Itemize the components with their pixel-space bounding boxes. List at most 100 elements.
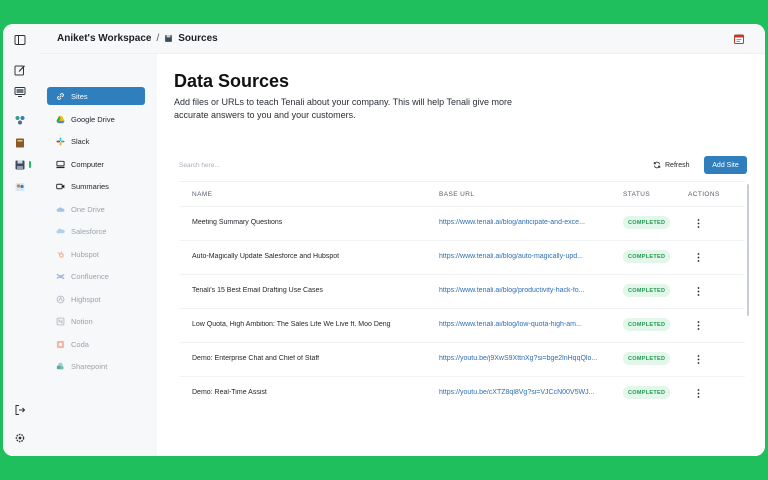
nav-item-label: Highspot — [71, 294, 101, 304]
nav-item-label: One Drive — [71, 204, 105, 214]
edit-icon[interactable] — [13, 63, 27, 77]
nav-item-confluence[interactable]: Confluence — [47, 267, 145, 285]
integrations-icon[interactable] — [13, 113, 27, 127]
row-name: Auto-Magically Update Salesforce and Hub… — [192, 253, 340, 260]
nav-item-coda[interactable]: Coda — [47, 335, 145, 353]
nav-item-computer[interactable]: Computer — [47, 155, 145, 173]
nav-item-salesforce[interactable]: Salesforce — [47, 222, 145, 240]
more-actions-button[interactable] — [691, 216, 705, 230]
nav-item-slack[interactable]: Slack — [47, 132, 145, 150]
status-badge: COMPLETED — [623, 284, 671, 297]
row-name: Demo: Real-Time Assist — [192, 389, 267, 396]
nav-item-label: Sites — [71, 91, 88, 101]
status-badge: COMPLETED — [623, 386, 671, 399]
row-name: Demo: Enterprise Chat and Chief of Staff — [192, 355, 320, 362]
breadcrumb: Aniket's Workspace / Sources — [57, 33, 218, 44]
table-header: NAME BASE URL STATUS ACTIONS — [179, 182, 745, 206]
calendar-icon[interactable] — [733, 32, 745, 44]
nav-item-label: Salesforce — [71, 226, 107, 236]
nav-item-label: Summaries — [71, 181, 109, 191]
save-icon — [165, 35, 173, 42]
confluence-icon — [55, 271, 65, 281]
sharepoint-icon — [55, 361, 65, 371]
nav-item-notion[interactable]: Notion — [47, 312, 145, 330]
status-badge: COMPLETED — [623, 318, 671, 331]
nav-item-label: Computer — [71, 159, 104, 169]
nav-item-summaries[interactable]: Summaries — [47, 177, 145, 195]
coda-icon — [55, 339, 65, 349]
refresh-label: Refresh — [665, 161, 690, 169]
hubspot-icon — [55, 249, 65, 259]
sources-nav: Sites Google Drive Slack Computer Summar… — [39, 54, 157, 456]
table-row[interactable]: Auto-Magically Update Salesforce and Hub… — [179, 240, 745, 274]
page-title: Data Sources — [174, 71, 290, 91]
nav-item-label: Slack — [71, 136, 90, 146]
more-actions-button[interactable] — [691, 386, 705, 400]
people-icon[interactable] — [13, 180, 27, 194]
slack-icon — [55, 136, 65, 146]
table-row[interactable]: Low Quota, High Ambition: The Sales Life… — [179, 308, 745, 342]
nav-item-google-drive[interactable]: Google Drive — [47, 110, 145, 128]
more-vertical-icon — [697, 354, 699, 364]
logout-icon[interactable] — [13, 403, 27, 417]
sources-table: NAME BASE URL STATUS ACTIONS Meeting Sum… — [179, 181, 745, 403]
table-row[interactable]: Tenali's 15 Best Email Drafting Use Case… — [179, 274, 745, 308]
nav-item-label: Google Drive — [71, 114, 115, 124]
row-url-link[interactable]: https://youtu.be/cXTZ8ql8Vg?si=VJCcN00V5… — [439, 389, 603, 396]
salesforce-icon — [55, 226, 65, 236]
page-description: Add files or URLs to teach Tenali about … — [174, 97, 513, 120]
row-url-link[interactable]: https://www.tenali.ai/blog/anticipate-an… — [439, 219, 603, 226]
table-scrollbar[interactable] — [747, 184, 749, 316]
more-vertical-icon — [697, 286, 699, 296]
row-url-link[interactable]: https://www.tenali.ai/blog/productivity-… — [439, 287, 603, 294]
save-icon[interactable] — [13, 158, 27, 172]
more-actions-button[interactable] — [691, 284, 705, 298]
column-header-name[interactable]: NAME — [192, 191, 212, 198]
column-header-status[interactable]: STATUS — [623, 191, 650, 198]
monitor-icon[interactable] — [13, 85, 27, 99]
active-indicator — [29, 161, 31, 168]
video-icon — [55, 181, 65, 191]
main-content: Data Sources Add files or URLs to teach … — [157, 54, 765, 456]
status-badge: COMPLETED — [623, 250, 671, 263]
sidebar-toggle-icon[interactable] — [13, 33, 27, 47]
more-vertical-icon — [697, 218, 699, 228]
row-name: Meeting Summary Questions — [192, 219, 283, 226]
nav-item-label: Confluence — [71, 271, 109, 281]
onedrive-icon — [55, 204, 65, 214]
column-header-actions: ACTIONS — [688, 191, 720, 198]
app-window: Aniket's Workspace / Sources Sites Googl… — [3, 24, 765, 456]
google-drive-icon — [55, 114, 65, 124]
row-name: Low Quota, High Ambition: The Sales Life… — [192, 321, 391, 328]
nav-item-highspot[interactable]: Highspot — [47, 290, 145, 308]
refresh-button[interactable]: Refresh — [653, 158, 690, 172]
more-actions-button[interactable] — [691, 250, 705, 264]
book-icon[interactable] — [13, 136, 27, 150]
more-actions-button[interactable] — [691, 318, 705, 332]
breadcrumb-current: Sources — [178, 33, 218, 44]
settings-icon[interactable] — [13, 431, 27, 445]
row-url-link[interactable]: https://youtu.be/j9XwS9XttnXg?si=bge2lnH… — [439, 355, 603, 362]
table-row[interactable]: Demo: Real-Time Assist https://youtu.be/… — [179, 376, 745, 403]
search-input[interactable] — [179, 158, 439, 172]
status-badge: COMPLETED — [623, 352, 671, 365]
top-bar: Aniket's Workspace / Sources — [39, 24, 765, 54]
row-url-link[interactable]: https://www.tenali.ai/blog/auto-magicall… — [439, 253, 603, 260]
nav-item-label: Hubspot — [71, 249, 99, 259]
row-url-link[interactable]: https://www.tenali.ai/blog/low-quota-hig… — [439, 321, 603, 328]
more-vertical-icon — [697, 252, 699, 262]
more-actions-button[interactable] — [691, 352, 705, 366]
nav-item-one-drive[interactable]: One Drive — [47, 200, 145, 218]
nav-item-hubspot[interactable]: Hubspot — [47, 245, 145, 263]
add-site-button[interactable]: Add Site — [704, 156, 747, 174]
breadcrumb-separator: / — [156, 33, 160, 44]
nav-item-sites[interactable]: Sites — [47, 87, 145, 105]
column-header-url[interactable]: BASE URL — [439, 191, 474, 198]
nav-item-sharepoint[interactable]: Sharepoint — [47, 357, 145, 375]
breadcrumb-workspace[interactable]: Aniket's Workspace — [57, 33, 151, 44]
table-row[interactable]: Meeting Summary Questions https://www.te… — [179, 206, 745, 240]
more-vertical-icon — [697, 320, 699, 330]
table-row[interactable]: Demo: Enterprise Chat and Chief of Staff… — [179, 342, 745, 376]
status-badge: COMPLETED — [623, 216, 671, 229]
icon-rail — [3, 24, 39, 456]
